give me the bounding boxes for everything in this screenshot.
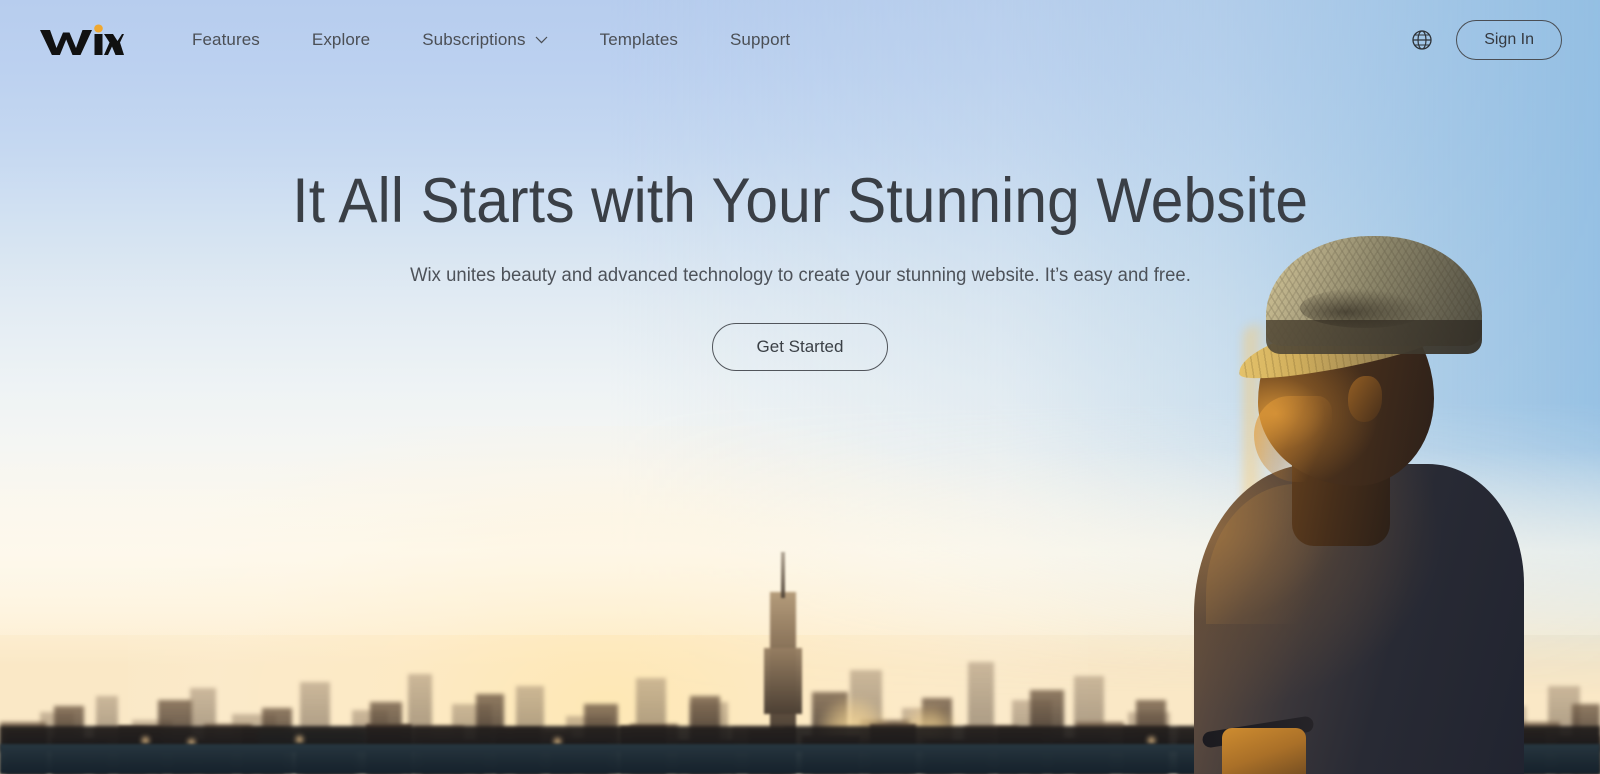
straw-hat-shadow bbox=[1300, 288, 1430, 328]
wix-logo[interactable] bbox=[38, 20, 124, 60]
subject-arm bbox=[1222, 728, 1306, 774]
site-header: Features Explore Subscriptions Templates… bbox=[0, 0, 1600, 80]
nav-item-subscriptions[interactable]: Subscriptions bbox=[396, 22, 573, 58]
nav-item-support[interactable]: Support bbox=[704, 22, 816, 58]
nav-item-templates[interactable]: Templates bbox=[574, 22, 704, 58]
hero-photo-subject bbox=[1180, 236, 1600, 774]
waterfront-light bbox=[142, 737, 149, 744]
hero-subtitle: Wix unites beauty and advanced technolog… bbox=[409, 264, 1191, 286]
sign-in-button[interactable]: Sign In bbox=[1456, 20, 1562, 60]
get-started-button[interactable]: Get Started bbox=[711, 322, 889, 372]
nav-label: Templates bbox=[599, 30, 678, 49]
header-actions: Sign In bbox=[1410, 20, 1562, 60]
subject-ear bbox=[1348, 376, 1382, 422]
waterfront-light bbox=[1148, 737, 1155, 744]
nav-item-explore[interactable]: Explore bbox=[286, 22, 396, 58]
chevron-down-icon bbox=[535, 36, 548, 44]
nav-label: Features bbox=[192, 30, 260, 49]
nav-label: Support bbox=[729, 30, 791, 49]
globe-icon[interactable] bbox=[1410, 28, 1434, 52]
waterfront-light bbox=[296, 736, 303, 743]
page-title: It All Starts with Your Stunning Website bbox=[292, 166, 1308, 236]
nav-label: Subscriptions bbox=[422, 30, 526, 49]
empire-state-building-spire bbox=[781, 552, 785, 598]
hero-page: Features Explore Subscriptions Templates… bbox=[0, 0, 1600, 774]
nav-label: Explore bbox=[311, 30, 371, 49]
main-navigation: Features Explore Subscriptions Templates… bbox=[166, 22, 816, 58]
nav-item-features[interactable]: Features bbox=[166, 22, 286, 58]
